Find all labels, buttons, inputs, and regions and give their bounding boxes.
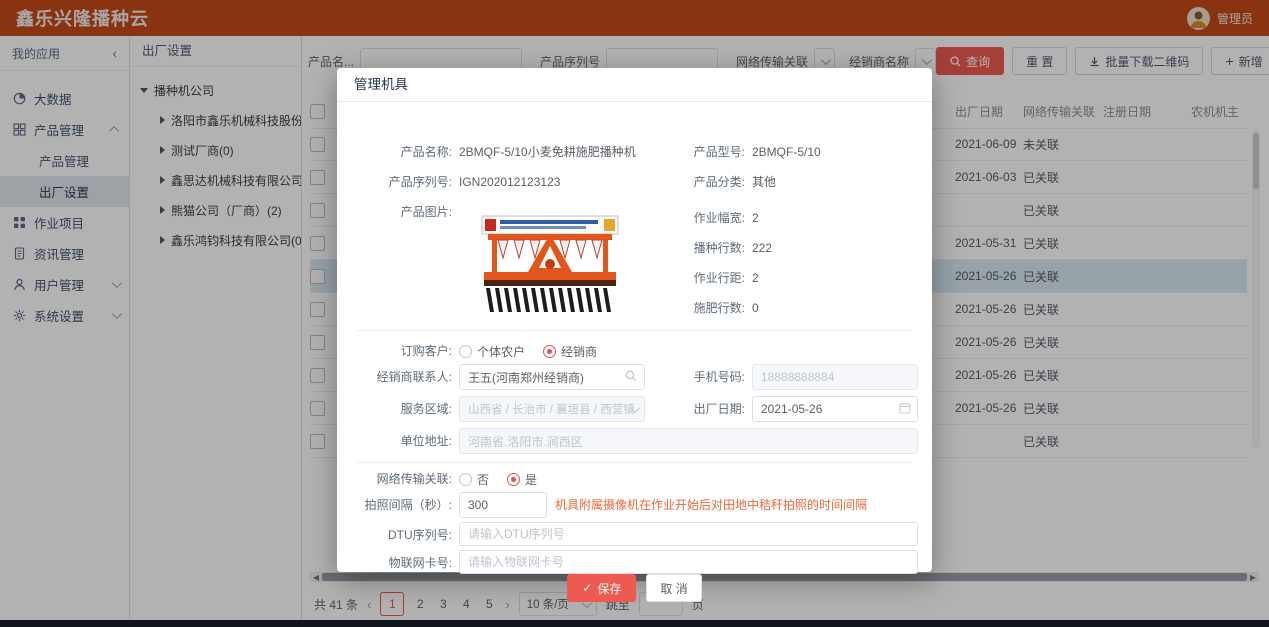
category-value: 其他 bbox=[752, 169, 776, 195]
factory-date-label: 出厂日期: bbox=[633, 396, 745, 422]
service-region-label: 服务区域: bbox=[340, 396, 452, 422]
radio-label: 个体农户 bbox=[477, 343, 525, 360]
category-label: 产品分类: bbox=[633, 169, 745, 195]
phone-label: 手机号码: bbox=[633, 364, 745, 390]
radio-icon bbox=[459, 345, 472, 358]
seed-rows-value: 222 bbox=[752, 235, 772, 261]
iot-card-input[interactable] bbox=[459, 550, 918, 574]
manage-equipment-modal: 管理机具 产品名称: 2BMQF-5/10小麦免耕施肥播种机 产品型号: 2BM… bbox=[337, 68, 932, 572]
app-root: 鑫乐兴隆播种云 管理员 我的应用 ‹ 大数据 产品管理 产品管理 bbox=[0, 0, 1269, 627]
customer-type-label: 订购客户: bbox=[340, 338, 452, 364]
save-button[interactable]: ✓ 保存 bbox=[567, 574, 636, 602]
section-divider bbox=[357, 330, 912, 331]
photo-interval-hint: 机具附属摄像机在作业开始后对田地中秸秆拍照的时间间隔 bbox=[555, 492, 867, 518]
photo-interval-label: 拍照间隔（秒）: bbox=[340, 492, 452, 518]
photo-interval-input[interactable] bbox=[459, 492, 547, 518]
model-label: 产品型号: bbox=[633, 139, 745, 165]
service-region-value: 山西省 / 长治市 / 襄垣县 / 西营镇 bbox=[468, 401, 635, 417]
row-spacing-label: 作业行距: bbox=[633, 265, 745, 291]
radio-dealer[interactable]: 经销商 bbox=[543, 343, 597, 360]
service-region-select: 山西省 / 长治市 / 襄垣县 / 西营镇 bbox=[459, 396, 645, 422]
fert-rows-value: 0 bbox=[752, 295, 759, 321]
radio-label: 否 bbox=[477, 471, 489, 488]
modal-footer: ✓ 保存 取 消 bbox=[337, 574, 932, 602]
cancel-button[interactable]: 取 消 bbox=[646, 574, 701, 602]
product-image-label: 产品图片: bbox=[340, 199, 452, 225]
save-button-label: 保存 bbox=[597, 580, 621, 597]
section-divider bbox=[357, 462, 912, 463]
dealer-contact-label: 经销商联系人: bbox=[340, 364, 452, 390]
network-link-radio-group: 否 是 bbox=[459, 469, 537, 489]
dtu-serial-input[interactable] bbox=[459, 522, 918, 546]
radio-icon bbox=[459, 473, 472, 486]
product-image bbox=[468, 214, 632, 326]
work-width-value: 2 bbox=[752, 205, 759, 231]
radio-label: 是 bbox=[525, 471, 537, 488]
work-width-label: 作业幅宽: bbox=[633, 205, 745, 231]
iot-card-label: 物联网卡号: bbox=[340, 550, 452, 576]
phone-input bbox=[752, 364, 918, 390]
modal-title: 管理机具 bbox=[337, 68, 932, 102]
seeder-machine-illustration bbox=[468, 214, 632, 326]
unit-address-input bbox=[459, 428, 918, 454]
unit-address-label: 单位地址: bbox=[340, 428, 452, 454]
desktop-taskbar-sliver bbox=[0, 620, 1269, 627]
seed-rows-label: 播种行数: bbox=[633, 235, 745, 261]
product-name-label: 产品名称: bbox=[340, 139, 452, 165]
model-value: 2BMQF-5/10 bbox=[752, 139, 821, 165]
network-link-label: 网络传输关联: bbox=[340, 466, 452, 492]
calendar-icon[interactable] bbox=[899, 402, 911, 417]
serial-value: IGN202012123123 bbox=[459, 169, 560, 195]
radio-yes[interactable]: 是 bbox=[507, 471, 537, 488]
customer-type-radio-group: 个体农户 经销商 bbox=[459, 341, 597, 361]
radio-icon bbox=[507, 473, 520, 486]
check-icon: ✓ bbox=[582, 581, 592, 595]
radio-label: 经销商 bbox=[561, 343, 597, 360]
factory-date-input[interactable] bbox=[752, 396, 918, 422]
radio-individual-farmer[interactable]: 个体农户 bbox=[459, 343, 525, 360]
radio-no[interactable]: 否 bbox=[459, 471, 489, 488]
cancel-button-label: 取 消 bbox=[660, 580, 687, 597]
product-name-value: 2BMQF-5/10小麦免耕施肥播种机 bbox=[459, 139, 636, 165]
radio-icon bbox=[543, 345, 556, 358]
row-spacing-value: 2 bbox=[752, 265, 759, 291]
modal-body: 产品名称: 2BMQF-5/10小麦免耕施肥播种机 产品型号: 2BMQF-5/… bbox=[337, 102, 932, 573]
serial-label: 产品序列号: bbox=[340, 169, 452, 195]
dtu-serial-label: DTU序列号: bbox=[340, 522, 452, 548]
dealer-contact-input[interactable] bbox=[459, 364, 645, 390]
fert-rows-label: 施肥行数: bbox=[633, 295, 745, 321]
